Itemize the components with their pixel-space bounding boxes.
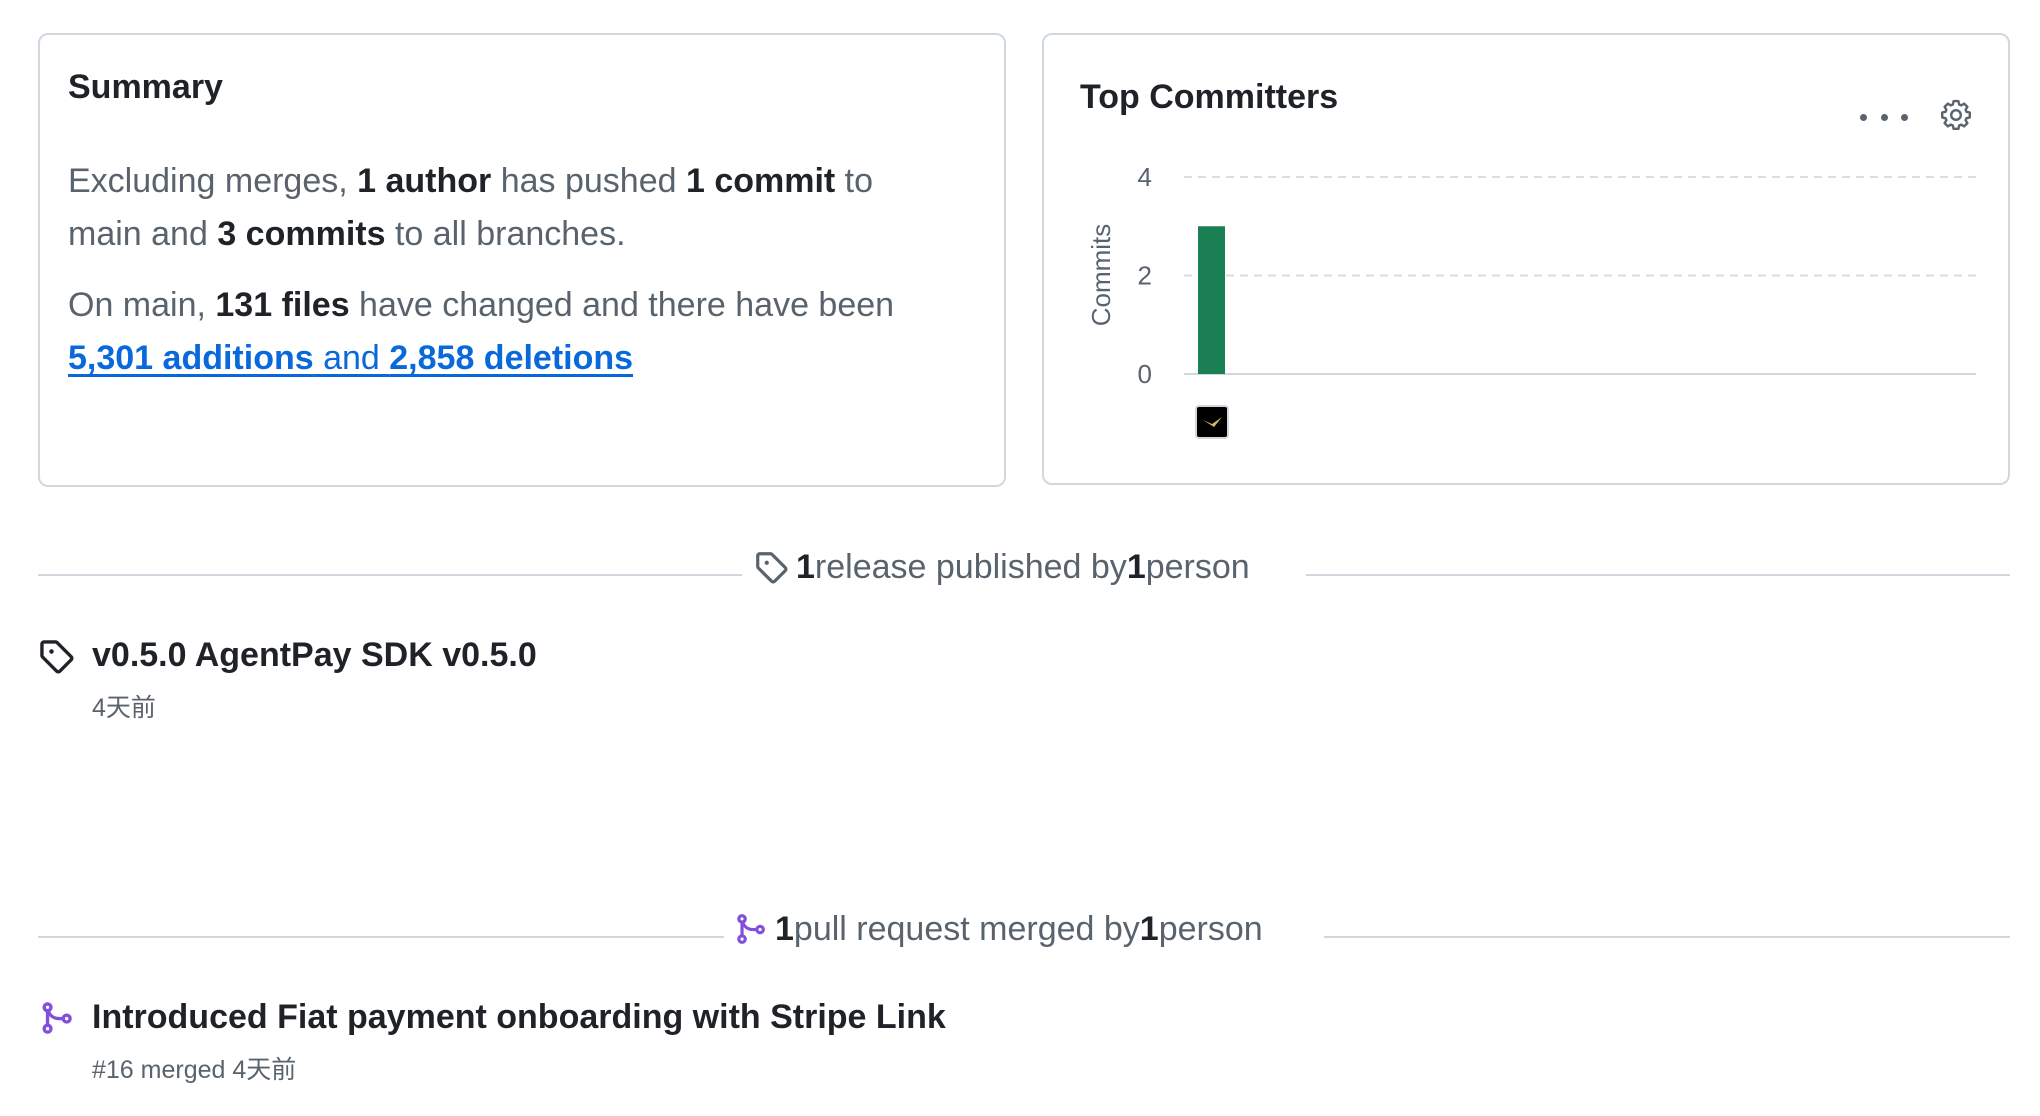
- release-count: 1: [796, 547, 815, 586]
- chart-y-axis-label: Commits: [1086, 224, 1116, 327]
- top-committers-chart: 0 2 4 Commits: [1086, 162, 1976, 439]
- summary-card: Summary Excluding merges, 1 author has p…: [38, 33, 1006, 487]
- pr-title-link[interactable]: Introduced Fiat payment onboarding with …: [92, 998, 946, 1037]
- summary-text: main and: [68, 215, 218, 253]
- section-divider: [1324, 936, 2010, 938]
- committer-avatar[interactable]: [1195, 405, 1229, 439]
- all-branches-commit-count: 3 commits: [217, 215, 386, 253]
- git-merge-icon: [38, 1000, 74, 1036]
- main-commit-count: 1 commit: [685, 162, 836, 200]
- pulse-page: Summary Excluding merges, 1 author has p…: [0, 0, 2040, 1116]
- section-divider: [38, 574, 742, 576]
- summary-title: Summary: [68, 68, 223, 106]
- summary-commits-text: Excluding merges, 1 author has pushed 1 …: [68, 155, 873, 261]
- summary-text: On main,: [68, 286, 216, 324]
- summary-text: have changed and there have been: [349, 286, 895, 324]
- releases-heading-text: release published by: [814, 547, 1127, 586]
- summary-text: Excluding merges,: [68, 162, 358, 200]
- pr-heading-text: pull request merged by: [793, 909, 1140, 948]
- additions-count: 5,301 additions: [68, 339, 314, 377]
- release-time: 4天前: [92, 694, 156, 722]
- diff-stats-link[interactable]: 5,301 additions and 2,858 deletions: [68, 339, 633, 377]
- pr-meta: #16 merged 4天前: [92, 1056, 297, 1084]
- chart-y-tick-label: 0: [1138, 359, 1152, 389]
- summary-files-text: On main, 131 files have changed and ther…: [68, 279, 894, 385]
- deletions-count: 2,858 deletions: [389, 339, 634, 377]
- chart-y-tick-label: 2: [1138, 261, 1152, 291]
- summary-text: to: [835, 162, 874, 200]
- diff-link-and: and: [313, 339, 390, 377]
- author-count: 1 author: [357, 162, 492, 200]
- summary-text: to all branches.: [385, 215, 626, 253]
- pr-heading-text: person: [1158, 909, 1263, 948]
- release-title-link[interactable]: v0.5.0 AgentPay SDK v0.5.0: [92, 636, 537, 675]
- git-merge-icon: [733, 912, 767, 946]
- pull-requests-heading: 1 pull request merged by 1 person: [733, 907, 1263, 951]
- releases-heading: 1 release published by 1 person: [754, 545, 1250, 589]
- tag-icon: [38, 638, 74, 674]
- chart-bar[interactable]: [1198, 226, 1225, 374]
- pr-people-count: 1: [1139, 909, 1159, 948]
- section-divider: [1306, 574, 2010, 576]
- files-changed-count: 131 files: [215, 286, 350, 324]
- section-divider: [38, 936, 724, 938]
- chart-y-tick-label: 4: [1138, 162, 1152, 192]
- pr-count: 1: [775, 909, 794, 948]
- releases-heading-text: person: [1145, 547, 1250, 586]
- tag-icon: [754, 550, 788, 584]
- summary-text: has pushed: [491, 162, 686, 200]
- top-committers-card: Top Committers 024 Commits: [1042, 33, 2010, 485]
- release-people-count: 1: [1126, 547, 1146, 586]
